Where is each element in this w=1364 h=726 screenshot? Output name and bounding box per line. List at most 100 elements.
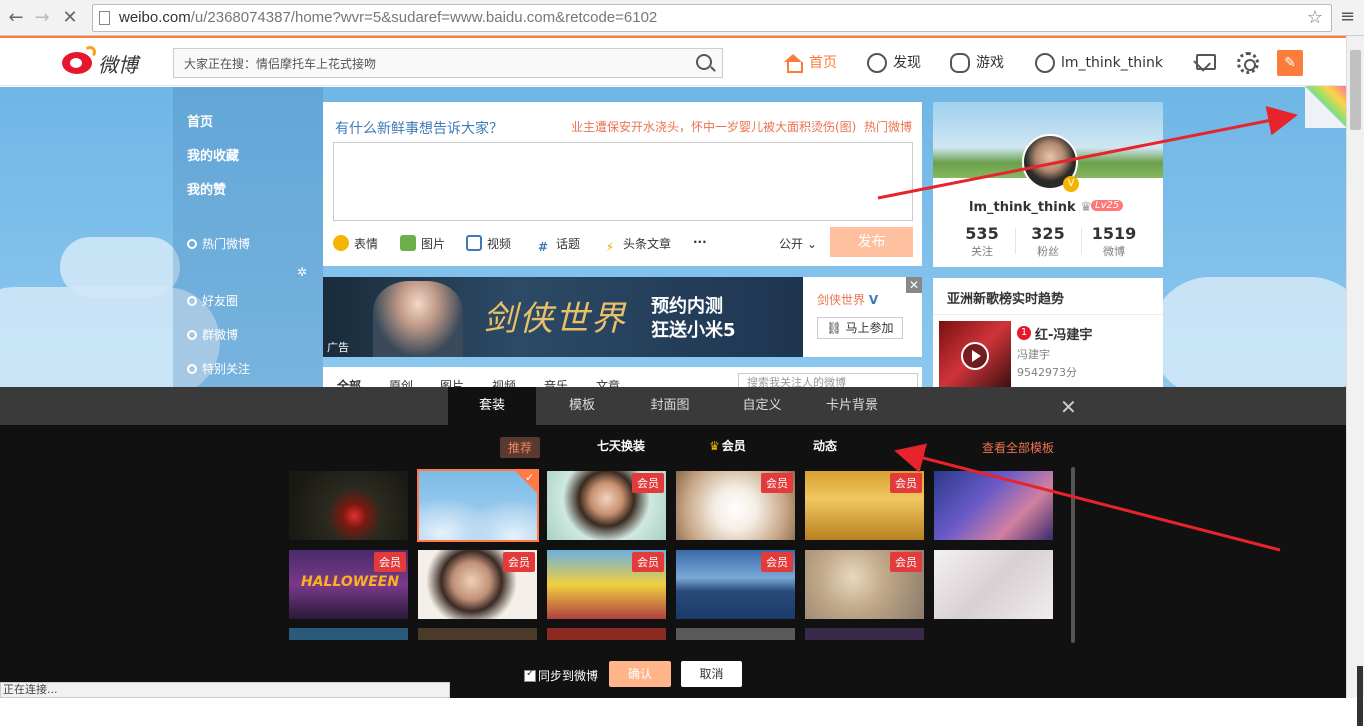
- skin-thumb[interactable]: 会员: [805, 550, 924, 619]
- ad-brand[interactable]: 剑侠世界 V: [817, 291, 878, 308]
- subtab-dynamic[interactable]: 动态: [813, 437, 837, 454]
- skin-tab-custom[interactable]: 自定义: [718, 387, 806, 425]
- group-icon: [187, 330, 197, 340]
- compose-icon[interactable]: ✎: [1277, 50, 1303, 76]
- skin-thumb[interactable]: 会员: [547, 471, 666, 540]
- settings-gear-icon[interactable]: [1237, 52, 1259, 74]
- skin-thumb[interactable]: 会员 HALLOWEEN: [289, 550, 408, 619]
- stat-followers[interactable]: 325 粉丝: [1015, 224, 1081, 259]
- sidebar-item-groups[interactable]: 群微博: [187, 326, 238, 343]
- song-title[interactable]: 红-冯建宇: [1035, 324, 1092, 343]
- message-icon[interactable]: [1196, 54, 1216, 70]
- sidebar-item-likes[interactable]: 我的赞: [187, 179, 226, 198]
- tool-topic[interactable]: # 话题: [535, 235, 580, 255]
- left-sidebar: 首页 我的收藏 我的赞 热门微博 ✲ 好友圈 群微博 特别关注: [173, 87, 323, 387]
- nav-home[interactable]: 首页: [783, 52, 837, 74]
- publish-button[interactable]: 发布: [830, 227, 913, 257]
- skin-tab-cover[interactable]: 封面图: [626, 387, 714, 425]
- scrollbar-thumb[interactable]: [1350, 50, 1361, 130]
- stat-posts[interactable]: 1519 微博: [1081, 224, 1147, 259]
- rank-badge: 1: [1017, 326, 1031, 340]
- link-icon: ⛓: [826, 321, 842, 335]
- nav-discover[interactable]: 发现: [867, 52, 921, 74]
- address-bar[interactable]: weibo.com/u/2368074387/home?wvr=5&sudare…: [92, 4, 1332, 32]
- skin-thumb[interactable]: 会员: [676, 471, 795, 540]
- hot-topic[interactable]: 业主遭保安开水浇头，怀中一岁婴儿被大面积烫伤(图) 热门微博: [571, 118, 912, 135]
- browser-menu-icon[interactable]: ≡: [1340, 6, 1356, 27]
- view-all-templates[interactable]: 查看全部模板: [982, 439, 1054, 456]
- verified-badge-icon: V: [1063, 176, 1079, 192]
- sidebar-item-hot[interactable]: 热门微博: [187, 235, 250, 252]
- stat-following[interactable]: 535 关注: [949, 224, 1015, 259]
- skin-thumb[interactable]: [547, 628, 666, 640]
- video-icon: [466, 235, 482, 251]
- tool-image[interactable]: 图片: [400, 235, 445, 252]
- skin-thumb[interactable]: 会员: [418, 550, 537, 619]
- tool-article[interactable]: ⚡ 头条文章: [602, 235, 671, 255]
- sync-checkbox[interactable]: [524, 668, 536, 682]
- tool-video[interactable]: 视频: [466, 235, 511, 252]
- skin-thumb[interactable]: 会员: [805, 471, 924, 540]
- feed-filter-tabs: 全部 原创 图片 视频 音乐 文章 搜索我关注人的微博: [323, 367, 922, 393]
- weibo-logo[interactable]: 微博: [62, 46, 172, 78]
- sidebar-settings-icon[interactable]: ✲: [297, 265, 307, 279]
- visibility-select[interactable]: 公开 ⌄: [779, 235, 817, 252]
- stop-loading-icon[interactable]: ✕: [60, 8, 80, 28]
- tool-emoji[interactable]: 表情: [333, 235, 378, 252]
- trending-songs: 亚洲新歌榜实时趋势 1 红-冯建宇 冯建宇 9542973分: [933, 278, 1163, 387]
- sidebar-item-friends[interactable]: 好友圈: [187, 292, 238, 309]
- subtab-vip[interactable]: ♛ 会员: [709, 437, 746, 454]
- confirm-button[interactable]: 确认: [609, 661, 671, 687]
- skin-tab-card-bg[interactable]: 卡片背景: [808, 387, 896, 425]
- discover-icon: [867, 53, 887, 73]
- image-icon: [400, 235, 416, 251]
- play-icon[interactable]: [961, 342, 989, 370]
- skin-thumb[interactable]: [676, 628, 795, 640]
- skin-tabs: 套装 模板 封面图 自定义 卡片背景 ✕: [0, 387, 1346, 425]
- home-icon: [783, 54, 803, 73]
- skin-thumb[interactable]: [805, 628, 924, 640]
- skin-thumb[interactable]: [418, 628, 537, 640]
- skin-thumb[interactable]: 会员: [676, 550, 795, 619]
- nav-profile[interactable]: lm_think_think: [1035, 52, 1163, 74]
- subtab-recommend[interactable]: 推荐: [500, 437, 541, 458]
- profile-card: V lm_think_think ♛ Lv25 535 关注 325 粉丝 1519…: [933, 102, 1163, 267]
- sidebar-item-special[interactable]: 特别关注: [187, 360, 250, 377]
- post-composer: 有什么新鲜事想告诉大家？ 业主遭保安开水浇头，怀中一岁婴儿被大面积烫伤(图) 热…: [323, 102, 922, 266]
- forward-arrow-icon[interactable]: →: [32, 8, 52, 28]
- nav-game[interactable]: 游戏: [950, 52, 1004, 74]
- skin-thumb[interactable]: [289, 628, 408, 640]
- hot-icon: [187, 239, 197, 249]
- search-icon[interactable]: [696, 54, 712, 70]
- sidebar-item-home[interactable]: 首页: [187, 111, 213, 130]
- bookmark-star-icon[interactable]: ☆: [1307, 7, 1323, 28]
- skin-tab-suit[interactable]: 套装: [448, 387, 536, 425]
- ad-join-button[interactable]: ⛓ 马上参加: [817, 317, 903, 339]
- post-textarea[interactable]: [333, 142, 913, 221]
- thumb-scrollbar[interactable]: [1071, 467, 1075, 643]
- circle-icon: [187, 296, 197, 306]
- page-scrollbar[interactable]: [1346, 36, 1364, 726]
- level-badge: Lv25: [1091, 200, 1124, 211]
- check-icon: [515, 471, 537, 493]
- skin-thumb[interactable]: [934, 471, 1053, 540]
- member-icon: ♛: [1080, 200, 1092, 215]
- user-icon: [1035, 53, 1055, 73]
- skin-thumb[interactable]: 会员: [547, 550, 666, 619]
- skin-tab-template[interactable]: 模板: [538, 387, 626, 425]
- sidebar-item-favorites[interactable]: 我的收藏: [187, 145, 239, 164]
- profile-name[interactable]: lm_think_think ♛: [969, 200, 1092, 215]
- skin-thumb[interactable]: [289, 471, 408, 540]
- tool-more[interactable]: ···: [693, 235, 707, 249]
- subtab-seven-day[interactable]: 七天换装: [597, 437, 645, 454]
- weibo-top-nav: 微博 大家正在搜：情侣摩托车上花式接吻 首页 发现 游戏 lm_think_th…: [0, 36, 1346, 86]
- panel-close-icon[interactable]: ✕: [1060, 395, 1077, 419]
- ad-image[interactable]: 剑侠世界 预约内测 狂送小米5 广告: [323, 277, 803, 357]
- back-arrow-icon[interactable]: ←: [6, 8, 26, 28]
- skin-thumb-selected[interactable]: [417, 469, 539, 542]
- skin-thumb[interactable]: [934, 550, 1053, 619]
- search-input[interactable]: 大家正在搜：情侣摩托车上花式接吻: [173, 48, 723, 78]
- ad-close-icon[interactable]: ✕: [906, 277, 922, 293]
- cancel-button[interactable]: 取消: [681, 661, 742, 687]
- ad-banner[interactable]: 剑侠世界 预约内测 狂送小米5 广告 剑侠世界 V ⛓ 马上参加 ✕: [323, 277, 922, 357]
